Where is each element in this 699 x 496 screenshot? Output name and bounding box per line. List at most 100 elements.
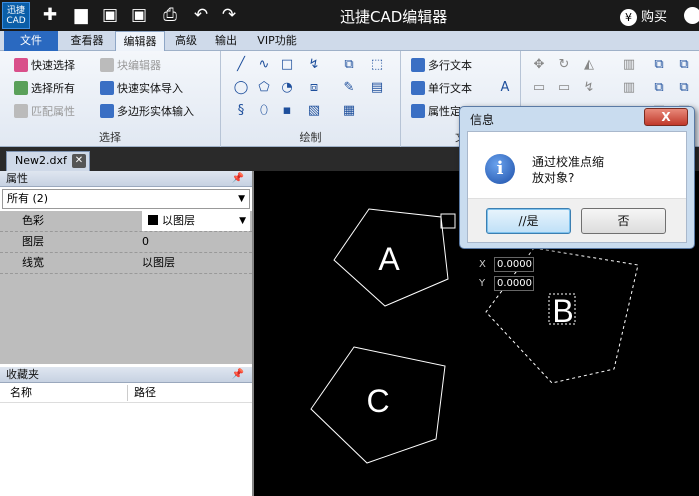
- buy-button[interactable]: ¥ 购买: [620, 6, 667, 26]
- favorites-header: 收藏夹 📌: [0, 367, 252, 383]
- property-key: 色彩: [22, 214, 44, 227]
- shape-label-b: B: [552, 293, 573, 329]
- tab-output[interactable]: 输出: [207, 31, 245, 51]
- ellipse-icon[interactable]: ⬯: [256, 103, 272, 119]
- group-icon[interactable]: ⧉: [651, 57, 667, 73]
- circle-icon[interactable]: ◯: [233, 80, 249, 96]
- draw-group-label: 绘制: [299, 131, 322, 144]
- property-value: 0: [142, 235, 149, 248]
- property-row-color[interactable]: 色彩 以图层 ▼: [0, 211, 252, 232]
- tab-vip[interactable]: VIP功能: [249, 31, 305, 51]
- move-icon[interactable]: ✥: [531, 57, 547, 73]
- property-row-layer[interactable]: 图层 0: [0, 232, 252, 253]
- print-icon[interactable]: ⎙: [159, 4, 181, 26]
- chevron-down-icon: ▼: [238, 194, 245, 204]
- pin-icon[interactable]: 📌: [232, 367, 244, 383]
- favorites-table-header: 名称 路径: [0, 383, 252, 403]
- close-tab-icon[interactable]: ✕: [72, 154, 86, 168]
- hatch-icon[interactable]: ⬚: [369, 57, 385, 73]
- spline-icon[interactable]: ↯: [306, 57, 322, 73]
- attr-def-icon: [411, 104, 425, 118]
- rectangle-icon[interactable]: □: [279, 57, 295, 73]
- tab-advanced[interactable]: 高级: [167, 31, 205, 51]
- quick-select-button[interactable]: 快速选择: [14, 57, 75, 75]
- dialog-footer: //是 否: [468, 198, 686, 242]
- polygon-import-label: 多边形实体输入: [117, 105, 194, 118]
- line-icon[interactable]: ╱: [233, 57, 249, 73]
- undo-icon[interactable]: ↶: [190, 4, 212, 26]
- scale-icon[interactable]: ▭: [531, 80, 547, 96]
- polygon-import-icon: [100, 104, 114, 118]
- explode-icon[interactable]: ⧉: [651, 80, 667, 96]
- offset-icon[interactable]: ↯: [581, 80, 597, 96]
- attr-def-button[interactable]: 属性定: [411, 103, 461, 121]
- yes-button[interactable]: //是: [486, 208, 571, 234]
- arc-icon[interactable]: ◔: [279, 80, 295, 96]
- save-as-icon[interactable]: ▣: [128, 4, 150, 26]
- match-props-icon: [14, 104, 28, 118]
- save-icon[interactable]: ▣: [99, 4, 121, 26]
- shape-label-c: C: [366, 383, 389, 419]
- stretch-icon[interactable]: ▭: [556, 80, 572, 96]
- column-name[interactable]: 名称: [10, 383, 32, 403]
- stext-icon: [411, 81, 425, 95]
- region-icon[interactable]: ▤: [369, 80, 385, 96]
- copy-shape-icon[interactable]: ⧈: [306, 80, 322, 96]
- column-path[interactable]: 路径: [134, 383, 156, 403]
- tab-viewer[interactable]: 查看器: [62, 31, 112, 51]
- menu-bar: 文件 查看器 编辑器 高级 输出 VIP功能: [0, 31, 699, 51]
- color-select[interactable]: 以图层 ▼: [142, 211, 250, 231]
- coord-y-label: Y: [479, 278, 486, 289]
- grip-point[interactable]: [440, 213, 456, 229]
- user-icon[interactable]: [684, 7, 699, 24]
- layer-icon[interactable]: ▥: [621, 57, 637, 73]
- join-icon[interactable]: ⧉: [676, 80, 692, 96]
- coord-y-input[interactable]: 0.0000: [494, 276, 534, 291]
- select-group-label: 选择: [99, 131, 121, 144]
- no-button[interactable]: 否: [581, 208, 666, 234]
- text-style-icon[interactable]: A: [497, 80, 513, 96]
- tab-editor[interactable]: 编辑器: [115, 31, 165, 51]
- document-tab[interactable]: New2.dxf ✕: [6, 151, 90, 171]
- block-editor-button[interactable]: 块编辑器: [100, 57, 161, 75]
- point-icon[interactable]: ▪: [279, 103, 295, 119]
- dialog-message: 通过校准点缩 放对象?: [532, 154, 672, 186]
- stext-label: 单行文本: [428, 82, 472, 95]
- ungroup-icon[interactable]: ⧉: [676, 57, 692, 73]
- dialog-message-line-1: 通过校准点缩: [532, 155, 605, 169]
- redo-icon[interactable]: ↷: [218, 4, 240, 26]
- polygon-icon[interactable]: ⬠: [256, 80, 272, 96]
- rotate-icon[interactable]: ↻: [556, 57, 572, 73]
- property-row-lineweight[interactable]: 线宽 以图层: [0, 253, 252, 274]
- pen-icon[interactable]: ✎: [341, 80, 357, 96]
- title-bar: 迅捷 CAD ✚ ▆ ▣ ▣ ⎙ ↶ ↷ 迅捷CAD编辑器 ¥ 购买: [0, 0, 699, 31]
- chevron-down-icon: ▼: [239, 216, 246, 226]
- curve-icon[interactable]: §: [233, 103, 249, 119]
- image-icon[interactable]: ▧: [306, 103, 322, 119]
- color-swatch: [148, 215, 158, 225]
- match-props-button[interactable]: 匹配属性: [14, 103, 75, 121]
- draw-group: ╱ ∿ □ ↯ ⧉ ⬚ ◯ ⬠ ◔ ⧈ ✎ ▤ § ⬯ ▪ ▧ ▦ 绘制: [221, 51, 401, 147]
- mirror-icon[interactable]: ◭: [581, 57, 597, 73]
- polyline-icon[interactable]: ∿: [256, 57, 272, 73]
- dialog-title: 信息: [470, 113, 495, 127]
- stext-button[interactable]: 单行文本: [411, 80, 472, 98]
- coord-x-input[interactable]: 0.0000: [494, 257, 534, 272]
- quick-import-label: 快速实体导入: [117, 82, 183, 95]
- open-folder-icon[interactable]: ▆: [70, 4, 92, 26]
- insert-block-icon[interactable]: ⧉: [341, 57, 357, 73]
- array-icon[interactable]: ▥: [621, 80, 637, 96]
- quick-import-button[interactable]: 快速实体导入: [100, 80, 183, 98]
- dialog-message-line-2: 放对象?: [532, 171, 575, 185]
- tab-file[interactable]: 文件: [4, 31, 58, 51]
- new-file-icon[interactable]: ✚: [39, 4, 61, 26]
- match-props-label: 匹配属性: [31, 105, 75, 118]
- mtext-button[interactable]: 多行文本: [411, 57, 472, 75]
- table-icon[interactable]: ▦: [341, 103, 357, 119]
- buy-label: 购买: [641, 10, 668, 25]
- dialog-close-button[interactable]: X: [644, 108, 688, 126]
- select-all-button[interactable]: 选择所有: [14, 80, 75, 98]
- polygon-import-button[interactable]: 多边形实体输入: [100, 103, 194, 121]
- pin-icon[interactable]: 📌: [232, 171, 244, 187]
- properties-filter-select[interactable]: 所有 (2) ▼: [2, 189, 250, 209]
